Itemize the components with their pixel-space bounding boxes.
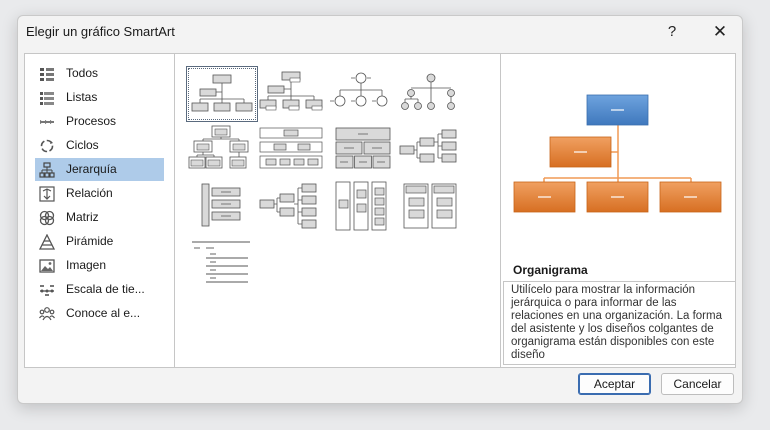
cancel-button[interactable]: Cancelar <box>661 373 734 395</box>
preview-title: Organigrama <box>513 263 588 277</box>
category-relacion[interactable]: Relación <box>35 182 164 205</box>
table-hierarchy-thumbnail <box>335 127 391 169</box>
category-matriz[interactable]: Matriz <box>35 206 164 229</box>
architecture-layout-thumbnail <box>335 181 387 231</box>
layout-half-circle-org-chart[interactable] <box>186 238 256 292</box>
category-label: Procesos <box>66 114 117 128</box>
layout-labeled-hierarchy[interactable] <box>256 124 326 178</box>
layout-circle-hierarchy[interactable] <box>396 66 466 120</box>
category-label: Listas <box>66 90 98 104</box>
timeline-icon <box>40 285 54 296</box>
category-listas[interactable]: Listas <box>35 86 164 109</box>
category-label: Conoce al e... <box>66 306 141 320</box>
picture-icon <box>39 259 55 273</box>
category-todos[interactable]: Todos <box>35 62 164 85</box>
category-label: Escala de tie... <box>66 282 145 296</box>
name-title-org-chart-thumbnail <box>259 71 323 111</box>
half-circle-org-chart-thumbnail <box>192 241 250 283</box>
child-box-1 <box>513 181 576 213</box>
layout-circle-picture-hierarchy[interactable] <box>326 66 396 120</box>
category-label: Matriz <box>66 210 99 224</box>
layout-architecture-layout[interactable] <box>326 180 396 234</box>
hierarchy-list-thumbnail <box>201 183 241 227</box>
hierarchy-thumbnail <box>188 125 249 169</box>
matrix-icon <box>39 210 55 226</box>
close-button[interactable]: ✕ <box>706 20 734 44</box>
assistant-box <box>549 136 612 168</box>
dialog-title: Elegir un gráfico SmartArt <box>26 24 175 39</box>
category-jerarquia[interactable]: Jerarquía <box>35 158 164 181</box>
pyramid-icon <box>39 234 55 250</box>
organization-chart-thumbnail <box>191 74 253 112</box>
category-label: Jerarquía <box>66 162 117 176</box>
organization-chart-preview <box>513 94 722 213</box>
top-box <box>586 94 649 126</box>
category-ciclos[interactable]: Ciclos <box>35 134 164 157</box>
category-label: Imagen <box>66 258 107 272</box>
layout-hierarchy[interactable] <box>186 124 256 178</box>
category-label: Ciclos <box>66 138 99 152</box>
smartart-dialog: Elegir un gráfico SmartArt ? ✕ Todos Lis… <box>17 15 743 404</box>
circle-picture-hierarchy-thumbnail <box>330 72 388 107</box>
labeled-hierarchy-thumbnail <box>259 127 323 169</box>
help-button[interactable]: ? <box>658 20 686 44</box>
category-procesos[interactable]: Procesos <box>35 110 164 133</box>
team-icon <box>39 307 55 321</box>
relationship-icon <box>39 186 55 202</box>
layout-horizontal-org-chart[interactable] <box>256 180 326 234</box>
list-icon <box>40 92 54 105</box>
layout-table-hierarchy[interactable] <box>326 124 396 178</box>
all-icon <box>40 68 54 81</box>
title-bar: Elegir un gráfico SmartArt ? ✕ <box>18 16 742 50</box>
layout-horizontal-hierarchy[interactable] <box>396 124 466 178</box>
cycle-icon <box>40 139 54 153</box>
category-escala-tiempo[interactable]: Escala de tie... <box>35 278 164 301</box>
category-list: Todos Listas Procesos Ciclos Jerarquía R… <box>24 53 176 368</box>
horizontal-org-chart-thumbnail <box>259 183 317 229</box>
category-label: Todos <box>66 66 99 80</box>
layout-hierarchy-list[interactable] <box>186 180 256 234</box>
layout-name-and-title-org-chart[interactable] <box>256 66 326 120</box>
lined-list-thumbnail <box>403 183 457 229</box>
process-icon <box>40 120 54 124</box>
hierarchy-icon <box>39 162 55 178</box>
ok-button[interactable]: Aceptar <box>578 373 651 395</box>
preview-description: Utilícelo para mostrar la información je… <box>503 281 736 365</box>
horizontal-hierarchy-thumbnail <box>399 129 457 163</box>
preview-pane: Organigrama Utilícelo para mostrar la in… <box>500 53 736 368</box>
child-box-3 <box>659 181 722 213</box>
category-imagen[interactable]: Imagen <box>35 254 164 277</box>
layout-organization-chart[interactable] <box>186 66 258 122</box>
category-label: Pirámide <box>66 234 114 248</box>
circle-hierarchy-thumbnail <box>401 73 455 110</box>
layout-gallery <box>174 53 502 368</box>
category-piramide[interactable]: Pirámide <box>35 230 164 253</box>
layout-lined-list[interactable] <box>396 180 466 234</box>
category-conoce-equipo[interactable]: Conoce al e... <box>35 302 164 325</box>
child-box-2 <box>586 181 649 213</box>
category-label: Relación <box>66 186 113 200</box>
